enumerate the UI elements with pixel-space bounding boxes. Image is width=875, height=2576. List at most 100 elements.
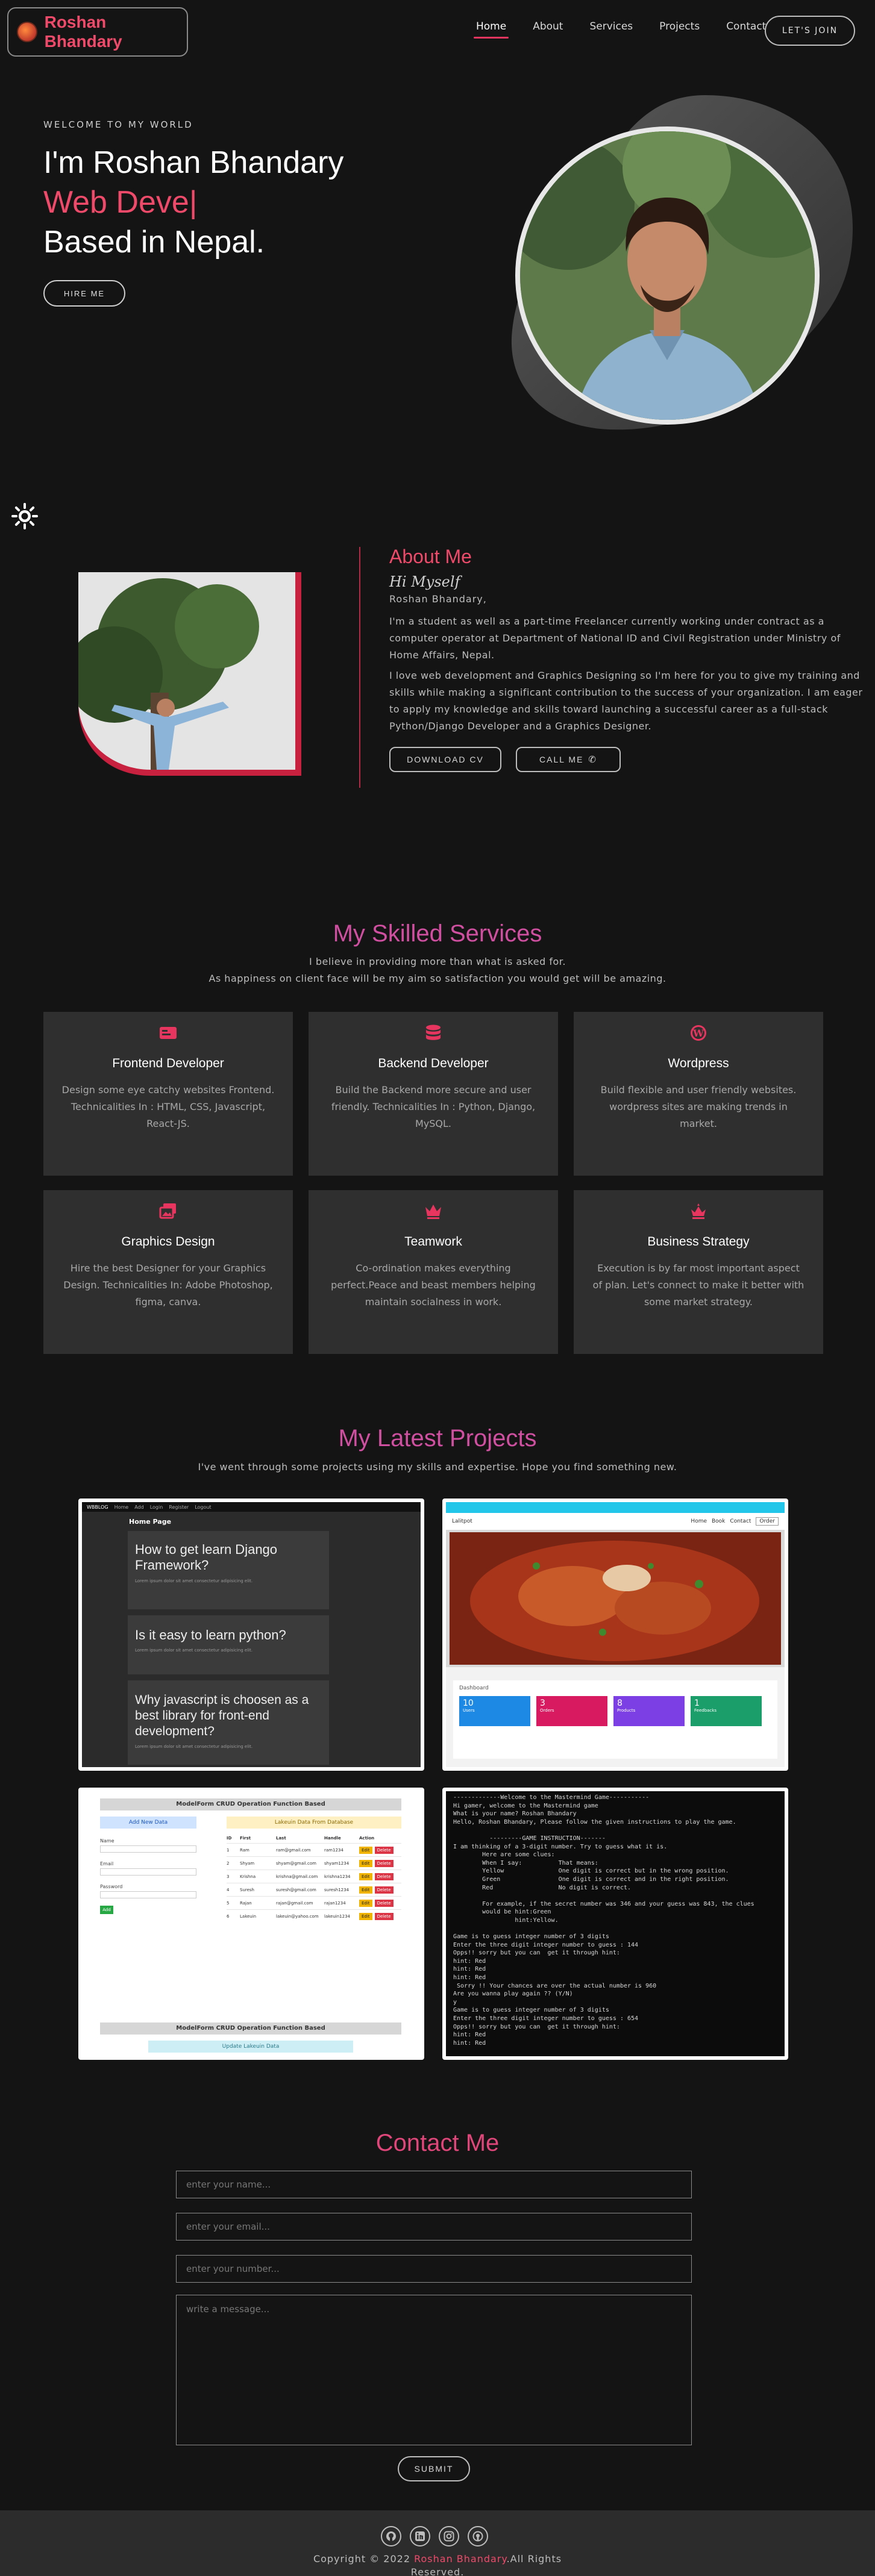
about-title: About Me bbox=[389, 546, 472, 567]
brand-logo-icon bbox=[17, 22, 37, 42]
crud-delete-button: Delete bbox=[374, 1846, 394, 1854]
blog-nav-link: Add bbox=[134, 1504, 144, 1510]
service-title: Frontend Developer bbox=[112, 1056, 224, 1070]
blog-nav-link: Login bbox=[149, 1504, 163, 1510]
crud-cell: lakeuin1234 bbox=[324, 1913, 350, 1919]
terminal-line: -------------Welcome to the Mastermind G… bbox=[453, 1794, 650, 1801]
service-description: Design some eye catchy websites Frontend… bbox=[61, 1084, 275, 1129]
submit-button[interactable]: SUBMIT bbox=[398, 2456, 470, 2481]
blog-post-excerpt: Lorem ipsum dolor sit amet consectetur a… bbox=[135, 1579, 253, 1583]
images-icon bbox=[159, 1203, 176, 1219]
terminal-line: y bbox=[453, 1998, 457, 2006]
crud-cell: suresh@gmail.com bbox=[276, 1887, 316, 1892]
stat-value: 10 bbox=[463, 1698, 474, 1708]
crud-footer-title: ModelForm CRUD Operation Function Based bbox=[100, 2022, 401, 2035]
terminal-line: Here are some clues: bbox=[453, 1851, 555, 1859]
github-alt-icon[interactable] bbox=[468, 2526, 488, 2546]
hero-welcome: WELCOME TO MY WORLD bbox=[43, 119, 193, 130]
crud-edit-button: Edit bbox=[359, 1846, 372, 1854]
portrait-image bbox=[520, 131, 815, 420]
nav-link-contact[interactable]: Contact bbox=[726, 20, 766, 39]
crud-delete-button: Delete bbox=[374, 1886, 394, 1894]
service-description: Build flexible and user friendly website… bbox=[600, 1084, 797, 1129]
crud-cell: 3 bbox=[227, 1874, 230, 1879]
restaurant-nav-link: Book bbox=[712, 1518, 726, 1524]
terminal-line: hint: Red bbox=[453, 1957, 486, 1965]
linkedin-icon[interactable] bbox=[410, 2526, 430, 2546]
blog-nav-link: Logout bbox=[195, 1504, 212, 1510]
terminal-line: Game is to guess integer number of 3 dig… bbox=[453, 1933, 609, 1941]
stat-label: Users bbox=[463, 1708, 475, 1713]
crud-cell: ram@gmail.com bbox=[276, 1847, 311, 1853]
projects-title: My Latest Projects bbox=[338, 1425, 537, 1452]
number-input[interactable] bbox=[176, 2255, 692, 2283]
terminal-line: hint: Red bbox=[453, 1966, 486, 1973]
project-crud[interactable]: ModelForm CRUD Operation Function Based … bbox=[78, 1788, 424, 2060]
services-subtitle-1: I believe in providing more than what is… bbox=[309, 956, 566, 967]
lets-join-button[interactable]: LET'S JOIN bbox=[765, 16, 855, 46]
terminal-line: When I say: That means: bbox=[453, 1859, 598, 1867]
copyright-name[interactable]: Roshan Bhandary bbox=[414, 2553, 506, 2565]
nav-link-services[interactable]: Services bbox=[589, 20, 633, 39]
project-restaurant[interactable]: Lalitpot Home Book Contact Order Dashboa… bbox=[442, 1499, 788, 1771]
crud-cell: 4 bbox=[227, 1887, 230, 1892]
nav-link-projects[interactable]: Projects bbox=[659, 20, 700, 39]
about-name: Roshan Bhandary, bbox=[389, 593, 487, 605]
crud-edit-button: Edit bbox=[359, 1899, 372, 1907]
call-me-button[interactable]: CALL ME ✆ bbox=[516, 747, 621, 772]
terminal-line: Game is to guess integer number of 3 dig… bbox=[453, 2007, 609, 2014]
github-icon[interactable] bbox=[381, 2526, 401, 2546]
terminal-line: Enter the three digit integer number to … bbox=[453, 2015, 639, 2022]
blog-post-title: Why javascript is choosen as a best libr… bbox=[135, 1693, 309, 1738]
service-card-wordpress: W Wordpress Build flexible and user frie… bbox=[574, 1012, 823, 1176]
terminal-line: hint: Red bbox=[453, 2032, 486, 2039]
copyright-prefix: Copyright © 2022 bbox=[313, 2553, 415, 2565]
crud-edit-button: Edit bbox=[359, 1886, 372, 1894]
terminal-line: hint: Red bbox=[453, 1974, 486, 1982]
sun-icon[interactable] bbox=[11, 502, 39, 530]
linkedin-glyph bbox=[415, 2531, 425, 2541]
terminal-line: ---------GAME INSTRUCTION------- bbox=[453, 1835, 606, 1842]
hero-portrait bbox=[515, 126, 820, 425]
blog-page-title: Home Page bbox=[129, 1518, 172, 1526]
crud-table-row: 3 Krishna krishna@gmail.com krishna1234 Edit… bbox=[227, 1870, 401, 1883]
download-cv-button[interactable]: DOWNLOAD CV bbox=[389, 747, 501, 772]
crud-cell: suresh1234 bbox=[324, 1887, 350, 1892]
crud-password-input bbox=[100, 1891, 196, 1898]
project-mastermind-terminal[interactable]: -------------Welcome to the Mastermind G… bbox=[442, 1788, 788, 2060]
crud-cell: rajan@gmail.com bbox=[276, 1900, 313, 1906]
crud-delete-button: Delete bbox=[374, 1873, 394, 1880]
stat-label: Orders bbox=[540, 1708, 554, 1713]
restaurant-order-button: Order bbox=[756, 1517, 779, 1526]
copyright: Copyright © 2022 Roshan Bhandary.All Rig… bbox=[0, 2553, 875, 2576]
hire-me-button[interactable]: HIRE ME bbox=[43, 280, 125, 307]
project-django-blog[interactable]: WBBLOG Home Add Login Register Logout Ho… bbox=[78, 1499, 424, 1771]
terminal-line: Enter the three digit integer number to … bbox=[453, 1941, 639, 1948]
instagram-icon[interactable] bbox=[439, 2526, 459, 2546]
brand[interactable]: Roshan Bhandary bbox=[7, 7, 188, 57]
navbar: Roshan Bhandary Home About Services Proj… bbox=[0, 0, 875, 60]
name-input[interactable] bbox=[176, 2171, 692, 2198]
crud-cell: 2 bbox=[227, 1860, 230, 1866]
brand-name: Roshan Bhandary bbox=[44, 13, 122, 51]
service-title: Backend Developer bbox=[378, 1056, 489, 1070]
service-description: Execution is by far most important aspec… bbox=[592, 1262, 804, 1308]
crud-add-button: Add bbox=[100, 1906, 113, 1914]
crud-cell: krishna@gmail.com bbox=[276, 1874, 318, 1879]
crud-cell: Shyam bbox=[240, 1860, 255, 1866]
crud-col-header: Action bbox=[359, 1836, 375, 1841]
blog-nav-link: Register bbox=[169, 1504, 189, 1510]
terminal-line: Green One digit is correct and in the ri… bbox=[453, 1876, 729, 1883]
message-textarea[interactable] bbox=[176, 2295, 692, 2445]
email-input[interactable] bbox=[176, 2213, 692, 2241]
nav-link-home[interactable]: Home bbox=[473, 20, 509, 39]
terminal-line: hint:Yellow. bbox=[453, 1916, 559, 1924]
crown-icon bbox=[425, 1205, 441, 1219]
crud-name-input bbox=[100, 1845, 196, 1853]
nav-link-about[interactable]: About bbox=[533, 20, 563, 39]
service-card-graphics: Graphics Design Hire the best Designer f… bbox=[43, 1190, 293, 1354]
blog-post-excerpt: Lorem ipsum dolor sit amet consectetur a… bbox=[135, 1744, 253, 1749]
svg-text:W: W bbox=[692, 1028, 704, 1039]
restaurant-topbar bbox=[446, 1502, 785, 1513]
crud-update-header: Update Lakeuin Data bbox=[148, 2041, 353, 2053]
